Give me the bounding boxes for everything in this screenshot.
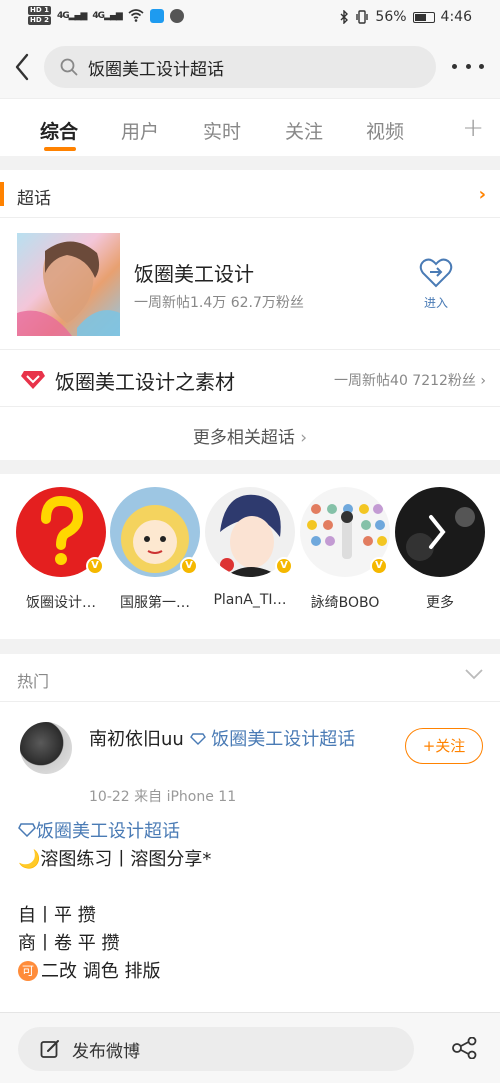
hot-header[interactable]: 热门 — [0, 654, 500, 702]
tab-users[interactable]: 用户 — [121, 117, 159, 144]
more-users-label[interactable]: 更多 — [390, 592, 490, 612]
section-title: 超话 — [17, 189, 51, 209]
post-topic-tag-label: 饭圈美工设计超话 — [211, 729, 356, 750]
hot-feed: 热门 南初依旧uu 饭圈美工设计超话 10-22 来自 iPhone 11 +关… — [0, 654, 500, 1012]
related-topic-stats: 一周新帖40 7212粉丝 › — [334, 373, 486, 389]
enter-label: 进入 — [423, 296, 448, 310]
post-topic-tag[interactable]: 饭圈美工设计超话 — [189, 729, 356, 750]
search-query: 饭圈美工设计超话 — [88, 59, 224, 80]
post-line-1: 🌙溶图练习丨溶图分享* — [18, 846, 211, 874]
wifi-icon — [128, 9, 144, 22]
more-users-avatar[interactable] — [395, 487, 485, 577]
moon-icon: 🌙 — [18, 849, 41, 870]
related-topic-name: 饭圈美工设计之素材 — [55, 370, 235, 394]
heart-arrow-icon — [419, 258, 453, 288]
edit-icon — [40, 1040, 59, 1058]
more-related-topics-link[interactable]: 更多相关超话 › — [0, 407, 500, 462]
post-topic-link[interactable]: 饭圈美工设计超话 — [36, 821, 180, 842]
tab-following[interactable]: 关注 — [285, 117, 323, 144]
dot-icon — [452, 63, 457, 69]
signal1-label: 4G — [56, 10, 70, 21]
signal1-icon: 4G▂▄▆ — [56, 10, 87, 21]
diamond-outline-icon — [18, 823, 36, 838]
post-line-4-text: 二改 调色 排版 — [41, 961, 161, 982]
verified-badge: V — [86, 557, 104, 575]
post-line-1-text: 溶图练习丨溶图分享* — [40, 849, 212, 870]
user-name-1[interactable]: 饭圈设计… — [11, 592, 111, 612]
tab-videos[interactable]: 视频 — [366, 117, 404, 144]
compose-label: 发布微博 — [72, 1041, 140, 1062]
add-tab-button[interactable]: + — [462, 113, 484, 143]
related-topic-row[interactable]: 饭圈美工设计之素材 一周新帖40 7212粉丝 › — [0, 349, 500, 407]
bottom-bar: 发布微博 — [0, 1012, 500, 1083]
post-blank-line — [18, 874, 211, 902]
hd1-indicator: HD 1 — [28, 6, 51, 15]
related-users-row: V V V V 饭圈设计… 国服第一… PlanA_TI… 詠绮BOBO 更多 — [0, 474, 500, 639]
search-header: 饭圈美工设计超话 — [0, 36, 500, 98]
verified-badge: V — [370, 557, 388, 575]
chevron-right-icon — [406, 507, 475, 561]
more-options-button[interactable] — [452, 54, 484, 78]
search-icon — [60, 58, 78, 76]
related-topic-stats-text: 一周新帖40 7212粉丝 — [334, 373, 476, 389]
search-app-icon — [149, 8, 164, 23]
share-icon[interactable] — [452, 1037, 478, 1059]
supertopic-card: 超话 › 饭圈美工设计 一周新帖1.4万 62.7万粉丝 进入 饭圈美工设计之素… — [0, 170, 500, 460]
tab-comprehensive[interactable]: 综合 — [40, 117, 78, 144]
clock: 4:46 — [440, 9, 472, 25]
chevron-right-icon: › — [478, 184, 486, 205]
signal2-icon: 4G▂▄▆ — [92, 10, 122, 21]
topic-name[interactable]: 饭圈美工设计 — [134, 258, 254, 287]
hot-title: 热门 — [17, 672, 50, 691]
follow-button[interactable]: +关注 — [405, 728, 483, 764]
battery-percent: 56% — [375, 9, 407, 25]
battery-icon — [412, 11, 435, 23]
topic-cover-image[interactable] — [17, 233, 120, 336]
available-badge: 可 — [18, 961, 38, 981]
user-name-2[interactable]: 国服第一… — [105, 592, 205, 612]
diamond-outline-icon — [189, 733, 206, 745]
compose-button[interactable]: 发布微博 — [18, 1027, 414, 1071]
post-author-avatar[interactable] — [20, 722, 72, 774]
topic-stats: 一周新帖1.4万 62.7万粉丝 — [134, 295, 304, 311]
more-related-topics-label: 更多相关超话 — [192, 428, 295, 448]
supertopic-header[interactable]: 超话 › — [0, 170, 500, 218]
post-author: 南初依旧uu 饭圈美工设计超话 — [89, 726, 389, 753]
chevron-left-icon — [15, 53, 29, 81]
status-bar: HD 1 HD 2 4G▂▄▆ 4G▂▄▆ 56% 4:46 — [0, 0, 500, 36]
user-name-4[interactable]: 詠绮BOBO — [295, 592, 395, 612]
hd2-indicator: HD 2 — [28, 16, 51, 25]
diamond-icon — [21, 371, 45, 389]
post-body: 饭圈美工设计超话 🌙溶图练习丨溶图分享* 自丨平 攒 商丨卷 平 攒 可二改 调… — [18, 818, 211, 986]
enter-topic-button[interactable]: 进入 — [414, 258, 458, 312]
bluetooth-icon — [340, 10, 349, 24]
user-name-3[interactable]: PlanA_TI… — [200, 592, 300, 608]
verified-badge: V — [275, 557, 293, 575]
back-button[interactable] — [8, 50, 36, 84]
section-accent-bar — [0, 182, 4, 206]
post-line-4: 可二改 调色 排版 — [18, 958, 211, 986]
nav-app-icon — [169, 8, 184, 23]
post-line-topic: 饭圈美工设计超话 — [18, 818, 211, 846]
dot-icon — [465, 63, 471, 69]
verified-badge: V — [180, 557, 198, 575]
chevron-down-icon — [465, 669, 483, 680]
search-input[interactable]: 饭圈美工设计超话 — [44, 46, 436, 88]
chevron-right-icon: › — [300, 428, 308, 448]
post-meta: 10-22 来自 iPhone 11 — [89, 789, 237, 805]
dot-icon — [479, 63, 484, 69]
active-tab-indicator — [44, 147, 76, 151]
vibrate-icon — [356, 10, 369, 24]
post-line-2: 自丨平 攒 — [18, 905, 96, 926]
tab-realtime[interactable]: 实时 — [203, 117, 241, 144]
portrait-art — [17, 241, 120, 336]
post-line-3: 商丨卷 平 攒 — [18, 933, 120, 954]
signal2-label: 4G — [92, 10, 105, 21]
post-username[interactable]: 南初依旧uu — [89, 729, 184, 750]
